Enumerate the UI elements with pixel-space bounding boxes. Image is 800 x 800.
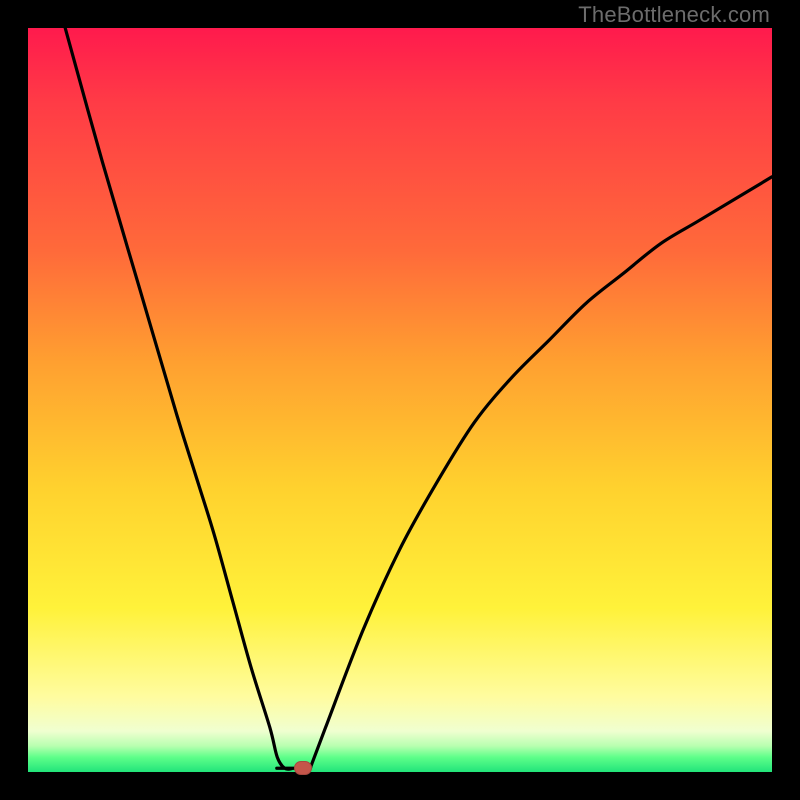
chart-curve-path [65,28,772,770]
chart-marker-dot [294,761,312,775]
chart-curve [28,28,772,772]
chart-frame [28,28,772,772]
watermark-text: TheBottleneck.com [578,2,770,28]
